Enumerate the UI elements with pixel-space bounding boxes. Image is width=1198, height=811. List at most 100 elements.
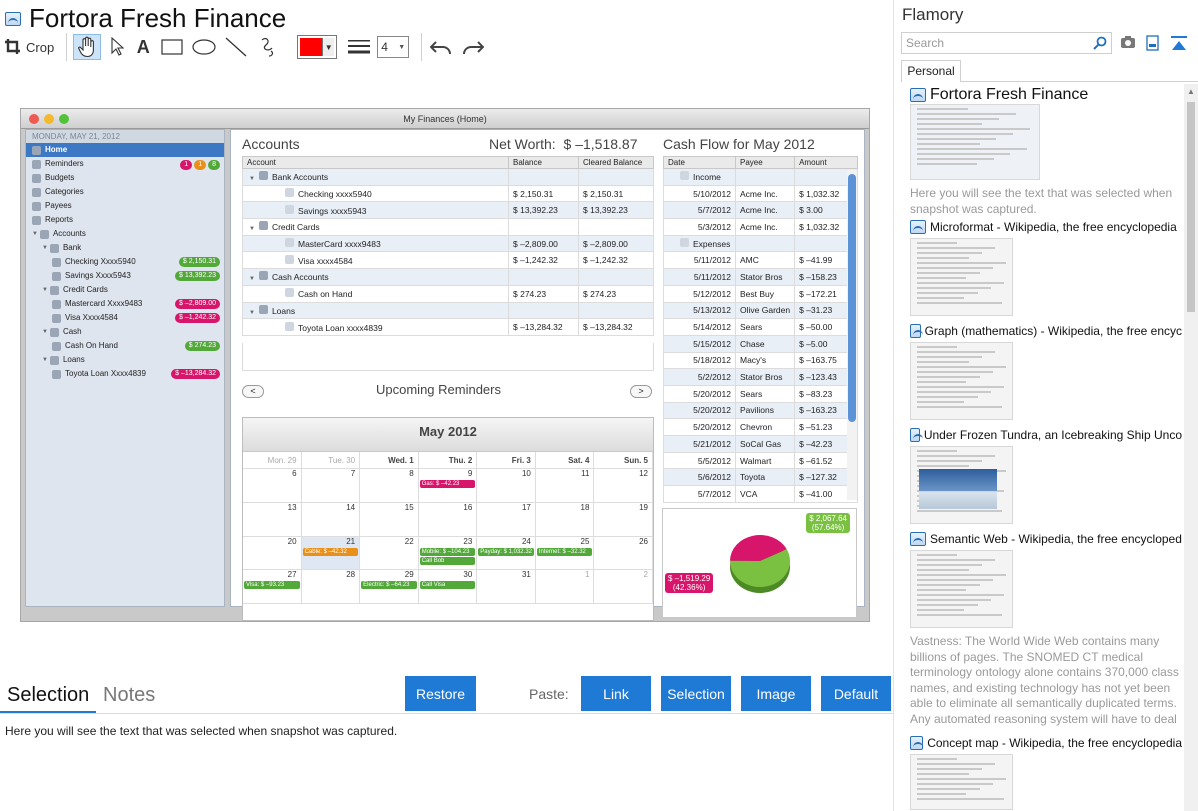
calendar-day[interactable]: 6 bbox=[243, 469, 302, 503]
sidebar-item[interactable]: Mastercard Xxxx9483 $ –2,809.00 bbox=[26, 297, 224, 311]
disclosure-icon[interactable]: ▼ bbox=[42, 353, 48, 367]
snapshot-item-title[interactable]: Microformat - Wikipedia, the free encycl… bbox=[910, 220, 1182, 234]
calendar-event[interactable]: Payday: $ 1,032.32 bbox=[478, 547, 534, 556]
flamory-scrollbar[interactable]: ▲ bbox=[1184, 84, 1198, 811]
snapshot-item-title[interactable]: Concept map - Wikipedia, the free encycl… bbox=[910, 736, 1182, 750]
sidebar-item[interactable]: Payees bbox=[26, 199, 224, 213]
line-width-select[interactable]: 4 ▼ bbox=[377, 36, 410, 58]
calendar-day[interactable]: 30 Call Visa bbox=[418, 570, 478, 605]
sidebar-item[interactable]: Reminders 1 1 8 bbox=[26, 157, 224, 171]
sidebar-item[interactable]: Visa Xxxx4584 $ –1,242.32 bbox=[26, 311, 224, 325]
table-row[interactable]: 5/3/2012 Acme Inc. $ 1,032.32 bbox=[663, 218, 858, 236]
ellipse-tool-button[interactable] bbox=[191, 34, 217, 60]
line-tool-button[interactable] bbox=[223, 34, 249, 60]
calendar-day[interactable]: 20 bbox=[243, 536, 302, 571]
table-row[interactable]: 5/18/2012 Macy's $ –163.75 bbox=[663, 351, 858, 370]
snapshot-thumbnail[interactable] bbox=[910, 754, 1013, 810]
table-row[interactable]: 5/7/2012 VCA $ –41.00 bbox=[663, 485, 858, 503]
sidebar-item[interactable]: Budgets bbox=[26, 171, 224, 185]
table-row[interactable]: ▼ Loans bbox=[242, 301, 654, 320]
sidebar-item[interactable]: Toyota Loan Xxxx4839 $ –13,284.32 bbox=[26, 367, 224, 381]
table-row[interactable]: 5/13/2012 Olive Garden $ –31.23 bbox=[663, 301, 858, 320]
table-row[interactable]: 5/20/2012 Chevron $ –51.23 bbox=[663, 418, 858, 436]
restore-button[interactable]: Restore bbox=[405, 676, 476, 711]
calendar-day[interactable]: 26 bbox=[594, 536, 653, 571]
calendar-day[interactable]: 31 bbox=[477, 570, 536, 605]
table-row[interactable]: Expenses bbox=[663, 234, 858, 253]
calendar-event[interactable]: Visa: $ –93.23 bbox=[244, 581, 300, 590]
calendar-event[interactable]: Internet: $ –32.32 bbox=[536, 547, 593, 556]
sidebar-item[interactable]: Reports bbox=[26, 213, 224, 227]
snapshot-thumbnail[interactable] bbox=[910, 104, 1040, 180]
col-cleared[interactable]: Cleared Balance bbox=[578, 156, 654, 169]
freehand-tool-button[interactable] bbox=[255, 34, 281, 60]
calendar-day[interactable]: 14 bbox=[301, 502, 361, 537]
calendar-day[interactable]: 19 bbox=[594, 502, 653, 537]
disclosure-icon[interactable]: ▼ bbox=[249, 176, 255, 182]
sidebar-item[interactable]: ▼ Bank bbox=[26, 241, 224, 255]
color-picker[interactable]: ▼ bbox=[297, 35, 338, 59]
sidebar-item[interactable]: Savings Xxxx5943 $ 13,392.23 bbox=[26, 269, 224, 283]
sidebar-item[interactable]: Cash On Hand $ 274.23 bbox=[26, 339, 224, 353]
rectangle-tool-button[interactable] bbox=[159, 34, 185, 60]
calendar-day[interactable]: 9 Gas: $ –42.23 bbox=[418, 469, 478, 503]
search-input[interactable]: Search bbox=[901, 32, 1112, 54]
calendar-day[interactable]: 29 Electric: $ –64.23 bbox=[360, 570, 419, 605]
tab-notes[interactable]: Notes bbox=[103, 684, 155, 707]
table-row[interactable]: 5/5/2012 Walmart $ –61.52 bbox=[663, 451, 858, 470]
sidebar-item[interactable]: ▼ Cash bbox=[26, 325, 224, 339]
snapshot-item-title[interactable]: Fortora Fresh Finance bbox=[910, 86, 1182, 104]
paste-link-button[interactable]: Link bbox=[581, 676, 651, 711]
table-row[interactable]: ▼ Bank Accounts bbox=[242, 168, 654, 186]
table-row[interactable]: Savings xxxx5943 $ 13,392.23 $ 13,392.23 bbox=[242, 201, 654, 220]
calendar-day[interactable]: 10 bbox=[477, 469, 536, 503]
tab-personal[interactable]: Personal bbox=[901, 60, 961, 82]
col-payee[interactable]: Payee bbox=[734, 156, 796, 169]
sidebar-item[interactable]: ▼ Accounts bbox=[26, 227, 224, 241]
calendar-day[interactable]: 23 Mobile: $ –104.23 Call Bob bbox=[418, 536, 478, 571]
crop-button[interactable]: Crop bbox=[4, 34, 54, 60]
redo-button[interactable] bbox=[460, 34, 486, 60]
calendar-day[interactable]: 2 bbox=[594, 570, 653, 605]
hand-tool-button[interactable] bbox=[73, 34, 102, 60]
snapshot-thumbnail[interactable] bbox=[910, 342, 1013, 420]
table-row[interactable]: ▼ Cash Accounts bbox=[242, 268, 654, 286]
calendar-day[interactable]: 18 bbox=[535, 502, 595, 537]
disclosure-icon[interactable]: ▼ bbox=[249, 276, 255, 282]
col-date[interactable]: Date bbox=[663, 156, 736, 169]
calendar-event[interactable]: Gas: $ –42.23 bbox=[419, 480, 476, 488]
calendar-day[interactable]: 25 Internet: $ –32.32 bbox=[535, 536, 595, 571]
selection-text[interactable]: Here you will see the text that was sele… bbox=[5, 724, 397, 738]
table-row[interactable]: 5/20/2012 Pavilions $ –163.23 bbox=[663, 401, 858, 420]
calendar-event[interactable]: Cable: $ –42.32 bbox=[302, 547, 359, 556]
calendar-day[interactable]: 8 bbox=[360, 469, 419, 503]
calendar-event[interactable]: Electric: $ –64.23 bbox=[361, 581, 417, 590]
col-amount[interactable]: Amount bbox=[794, 156, 858, 169]
calendar-event[interactable]: Mobile: $ –104.23 bbox=[419, 547, 476, 556]
paste-image-button[interactable]: Image bbox=[741, 676, 811, 711]
captured-screenshot[interactable]: My Finances (Home) MONDAY, MAY 21, 2012 … bbox=[20, 108, 870, 622]
table-row[interactable]: 5/11/2012 AMC $ –41.99 bbox=[663, 251, 858, 270]
calendar-day[interactable]: 1 bbox=[535, 570, 595, 605]
table-row[interactable]: Toyota Loan xxxx4839 $ –13,284.32 $ –13,28… bbox=[242, 318, 654, 336]
table-row[interactable]: 5/6/2012 Toyota $ –127.32 bbox=[663, 468, 858, 487]
table-row[interactable]: 5/21/2012 SoCal Gas $ –42.23 bbox=[663, 435, 858, 453]
calendar-day[interactable]: 27 Visa: $ –93.23 bbox=[243, 570, 302, 605]
sidebar-item[interactable]: ▼ Loans bbox=[26, 353, 224, 367]
reminders-prev-button[interactable]: < bbox=[242, 385, 264, 398]
snapshot-thumbnail[interactable] bbox=[910, 446, 1013, 524]
disclosure-icon[interactable]: ▼ bbox=[42, 325, 48, 339]
table-row[interactable]: ▼ Credit Cards bbox=[242, 218, 654, 236]
sidebar-item[interactable]: Checking Xxxx5940 $ 2,150.31 bbox=[26, 255, 224, 269]
scrollbar-thumb[interactable] bbox=[1187, 102, 1195, 312]
undo-button[interactable] bbox=[428, 34, 454, 60]
calendar-day[interactable]: 15 bbox=[360, 502, 419, 537]
calendar-day[interactable]: 21 Cable: $ –42.32 bbox=[301, 536, 361, 571]
calendar-day[interactable]: 28 bbox=[301, 570, 361, 605]
cashflow-scrollbar[interactable] bbox=[847, 170, 857, 500]
paste-default-button[interactable]: Default bbox=[821, 676, 891, 711]
table-row[interactable]: 5/7/2012 Acme Inc. $ 3.00 bbox=[663, 201, 858, 220]
disclosure-icon[interactable]: ▼ bbox=[249, 226, 255, 232]
paste-selection-button[interactable]: Selection bbox=[661, 676, 731, 711]
sidebar-item[interactable]: Home bbox=[26, 143, 224, 157]
